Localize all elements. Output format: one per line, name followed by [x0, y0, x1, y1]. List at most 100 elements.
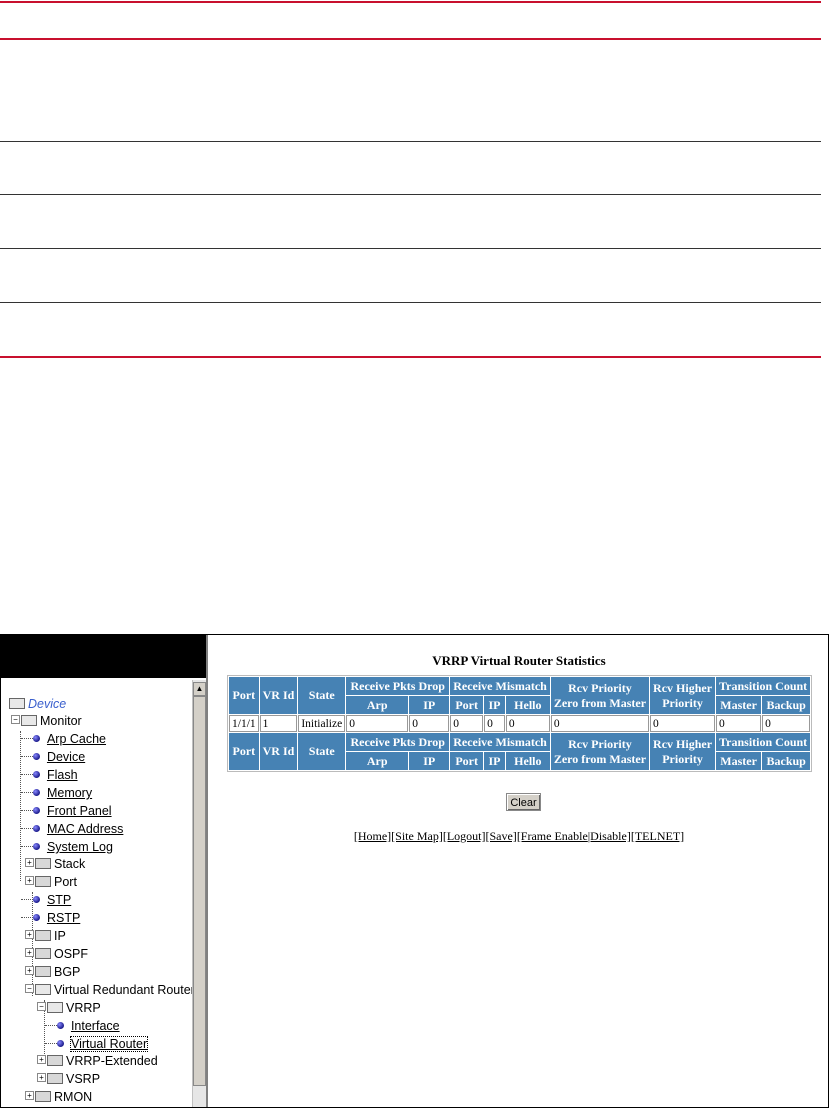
col-mismatch-port: Port [450, 696, 484, 714]
col-mismatch-port: Port [450, 752, 484, 770]
cell-backup: 0 [762, 715, 811, 732]
expand-icon: + [37, 1073, 46, 1083]
tree-item-bgp[interactable]: + BGP [25, 964, 80, 981]
bottom-red-rule [0, 356, 821, 358]
col-mismatch-ip: IP [484, 752, 505, 770]
site-map-link[interactable]: [Site Map] [391, 829, 443, 843]
tree-item-arp-cache[interactable]: Arp Cache [21, 731, 106, 748]
tree-item-ip[interactable]: + IP [25, 928, 66, 945]
left-frame-header [1, 635, 206, 678]
page-bullet-icon [33, 914, 40, 922]
header-line: Rcv Higher [653, 680, 713, 695]
clear-button[interactable]: Clear [506, 793, 541, 811]
collapse-icon: − [25, 984, 34, 994]
cell-master: 0 [716, 715, 762, 732]
red-rule [0, 38, 821, 40]
tree-item-virtual-redundant-router[interactable]: − Virtual Redundant Router [25, 982, 192, 999]
tree-link[interactable]: RSTP [47, 911, 80, 925]
tree-item-stp[interactable]: STP [21, 892, 71, 909]
folder-icon [47, 1055, 63, 1067]
tree-link[interactable]: System Log [47, 840, 113, 854]
tree-link[interactable]: Front Panel [47, 804, 112, 818]
expand-icon: + [25, 948, 34, 958]
scrollbar-thumb[interactable] [193, 696, 206, 1086]
col-arp: Arp [346, 696, 409, 714]
folder-icon [35, 966, 51, 978]
col-rcv-priority-zero: Rcv Priority Zero from Master [550, 677, 650, 714]
header-line: Zero from Master [553, 695, 647, 710]
cell-mismatch-port: 0 [450, 715, 484, 732]
tree-label: VRRP-Extended [66, 1054, 158, 1068]
tree-link[interactable]: Interface [71, 1019, 120, 1033]
expand-icon: + [37, 1055, 46, 1065]
tree-link[interactable]: MAC Address [47, 822, 123, 836]
col-vrid: VR Id [259, 677, 298, 714]
col-rcv-higher-priority: Rcv Higher Priority [650, 733, 716, 770]
frame-disable-link[interactable]: |Disable] [588, 829, 631, 843]
col-receive-mismatch: Receive Mismatch [450, 733, 550, 751]
tree-item-memory[interactable]: Memory [21, 785, 92, 802]
tree-item-system-log[interactable]: System Log [21, 839, 113, 856]
tree-item-vrrp-extended[interactable]: + VRRP-Extended [37, 1053, 158, 1070]
tree-link[interactable]: Flash [47, 768, 78, 782]
save-link[interactable]: [Save] [485, 829, 516, 843]
tree-item-vrrp[interactable]: − VRRP [37, 1000, 101, 1017]
tree-item-front-panel[interactable]: Front Panel [21, 803, 112, 820]
tree-item-rstp[interactable]: RSTP [21, 910, 80, 927]
footer-nav-links: [Home][Site Map][Logout][Save][Frame Ena… [210, 829, 828, 844]
top-red-rule [0, 1, 821, 3]
telnet-link[interactable]: [TELNET] [631, 829, 684, 843]
header-line: Rcv Higher [653, 736, 713, 751]
col-port: Port [229, 733, 259, 770]
folder-open-icon [47, 1002, 63, 1014]
home-link[interactable]: [Home] [354, 829, 391, 843]
tree-item-stack[interactable]: + Stack [25, 856, 85, 873]
tree-item-flash[interactable]: Flash [21, 767, 78, 784]
tree-link[interactable]: STP [47, 893, 71, 907]
col-receive-pkts-drop: Receive Pkts Drop [346, 677, 450, 695]
logout-link[interactable]: [Logout] [443, 829, 486, 843]
tree-item-virtual-router[interactable]: Virtual Router [45, 1036, 149, 1053]
tree-label: IP [54, 929, 66, 943]
tree-item-mac-address[interactable]: MAC Address [21, 821, 123, 838]
page-bullet-icon [33, 771, 40, 779]
tree-item-device-root[interactable]: Device [9, 696, 66, 713]
col-backup: Backup [762, 752, 811, 770]
col-transition-count: Transition Count [716, 733, 811, 751]
tree-label: Virtual Redundant Router [54, 983, 192, 997]
scroll-up-button[interactable]: ▲ [193, 682, 206, 696]
stats-table: Port VR Id State Receive Pkts Drop Recei… [227, 675, 813, 772]
tree-item-ospf[interactable]: + OSPF [25, 946, 88, 963]
frame-enable-link[interactable]: [Frame Enable [517, 829, 588, 843]
header-line: Priority [662, 751, 703, 766]
table-row: 1/1/1 1 Initialize 0 0 0 0 0 0 0 0 0 [229, 715, 811, 732]
gray-rule [0, 302, 821, 303]
col-state: State [298, 733, 346, 770]
tree-item-port[interactable]: + Port [25, 874, 77, 891]
page-bullet-icon [33, 735, 40, 743]
tree-link[interactable]: Arp Cache [47, 732, 106, 746]
tree-scrollbar[interactable]: ▲ [192, 680, 206, 1107]
tree-label: Port [54, 875, 77, 889]
table-footer-header-row: Port VR Id State Receive Pkts Drop Recei… [229, 733, 811, 770]
cell-arp: 0 [346, 715, 409, 732]
page-bullet-icon [33, 825, 40, 833]
page-bullet-icon [33, 807, 40, 815]
page-title: VRRP Virtual Router Statistics [432, 653, 606, 668]
tree-label: RMON [54, 1090, 93, 1104]
tree-link[interactable]: Virtual Router [69, 1036, 149, 1052]
header-line: Zero from Master [553, 751, 647, 766]
header-line: Rcv Priority [568, 680, 632, 695]
tree-link[interactable]: Memory [47, 786, 92, 800]
col-rcv-higher-priority: Rcv Higher Priority [650, 677, 716, 714]
tree-item-interface[interactable]: Interface [45, 1018, 120, 1035]
tree-link[interactable]: Device [47, 750, 85, 764]
folder-open-icon [21, 715, 37, 727]
tree-item-rmon[interactable]: + RMON [25, 1089, 92, 1106]
tree-item-monitor[interactable]: − Monitor [11, 713, 82, 730]
tree-item-device[interactable]: Device [21, 749, 85, 766]
cell-port: 1/1/1 [229, 715, 259, 732]
page-bullet-icon [33, 789, 40, 797]
tree-item-vsrp[interactable]: + VSRP [37, 1071, 100, 1088]
header-line: Rcv Priority [568, 736, 632, 751]
